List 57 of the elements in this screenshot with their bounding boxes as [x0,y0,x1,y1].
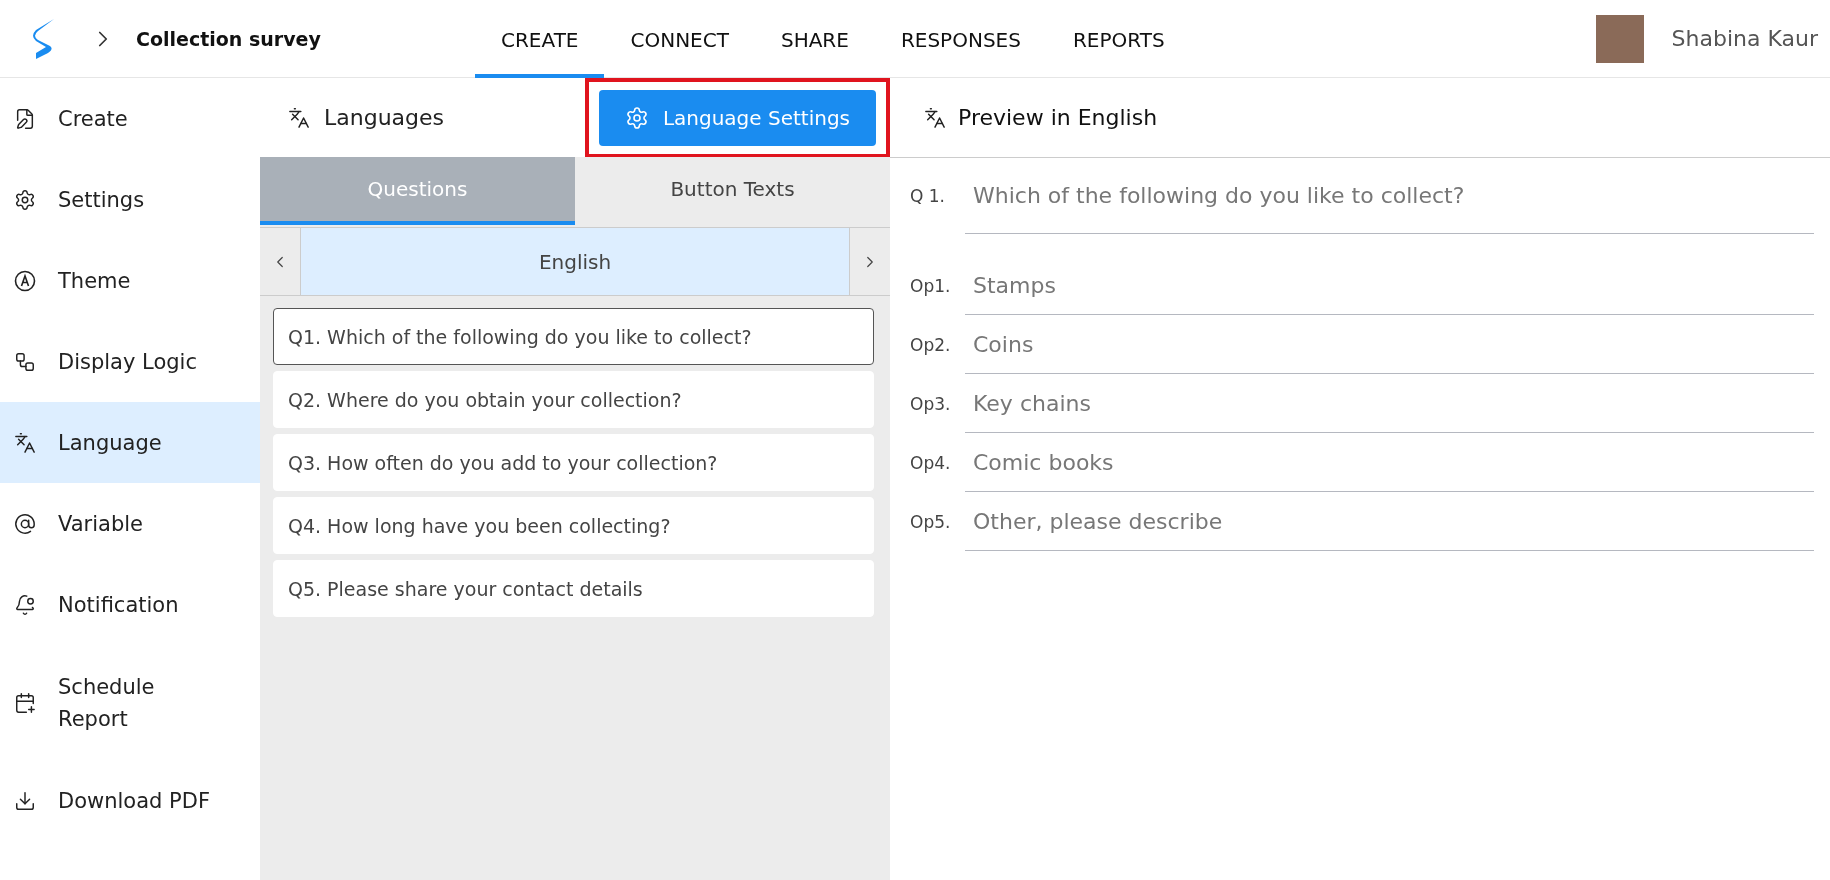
option-text-field[interactable]: Key chains [965,374,1814,433]
sidebar-label: Create [58,105,128,133]
sidebar-label: Theme [58,267,131,295]
sidebar-label: Notification [58,591,179,619]
option-text-field[interactable]: Coins [965,315,1814,374]
sidebar-label: Download PDF [58,787,210,815]
translate-icon [14,431,36,454]
option-text-field[interactable]: Other, please describe [965,492,1814,551]
document-pen-icon [14,107,36,130]
sidebar-item[interactable]: Language [0,402,260,483]
sidebar-item[interactable]: Variable [0,483,260,564]
settings-icon [14,188,36,211]
sidebar-item[interactable]: Create [0,78,260,159]
question-item[interactable]: Q1. Which of the following do you like to collect? [273,308,874,365]
nav-tab[interactable]: RESPONSES [874,0,1047,78]
sidebar-item[interactable]: Schedule Report [0,645,260,760]
translate-icon [288,106,310,129]
sidebar-label: Settings [58,186,145,214]
sidebar-item[interactable]: Theme [0,240,260,321]
calendar-plus-icon [14,691,36,714]
sidebar-item[interactable]: Notification [0,564,260,645]
question-text-field[interactable]: Which of the following do you like to collect? [965,158,1814,234]
option-number: Op3. [910,393,952,414]
sidebar-item[interactable]: Display Logic [0,321,260,402]
option-number: Op5. [910,511,952,532]
option-text-field[interactable]: Comic books [965,433,1814,492]
settings-icon [624,105,649,130]
sidebar-item[interactable]: Settings [0,159,260,240]
sidebar-label: Variable [58,510,144,538]
sidebar-label: Schedule Report [58,673,156,733]
bell-icon [14,593,36,616]
question-item[interactable]: Q4. How long have you been collecting? [273,497,874,554]
sidebar-label: Language [58,429,162,457]
user-name: Shabina Kaur [1671,26,1818,51]
option-number: Op4. [910,452,952,473]
download-icon [14,789,36,812]
at-sign-icon [14,512,36,535]
question-number: Q 1. [910,186,946,206]
question-item[interactable]: Q3. How often do you add to your collection? [273,434,874,491]
sidebar-item[interactable]: Download PDF [0,760,260,841]
nav-tab[interactable]: SHARE [754,0,875,78]
panel-title: Languages [324,105,445,130]
preview-title: Preview in English [958,105,1158,130]
flow-icon [14,350,36,373]
nav-tab[interactable]: CONNECT [604,0,755,78]
option-number: Op1. [910,275,952,296]
option-number: Op2. [910,334,952,355]
sidebar-label: Display Logic [58,348,197,376]
question-item[interactable]: Q5. Please share your contact details [273,560,874,617]
survey-title: Collection survey [136,27,321,50]
circle-letter-icon [14,269,36,292]
language-name: English [300,228,850,295]
translate-icon [924,106,946,129]
question-item[interactable]: Q2. Where do you obtain your collection? [273,371,874,428]
option-text-field[interactable]: Stamps [965,256,1814,315]
avatar-photo-placeholder[interactable] [1595,14,1644,63]
nav-tab[interactable]: REPORTS [1046,0,1191,78]
